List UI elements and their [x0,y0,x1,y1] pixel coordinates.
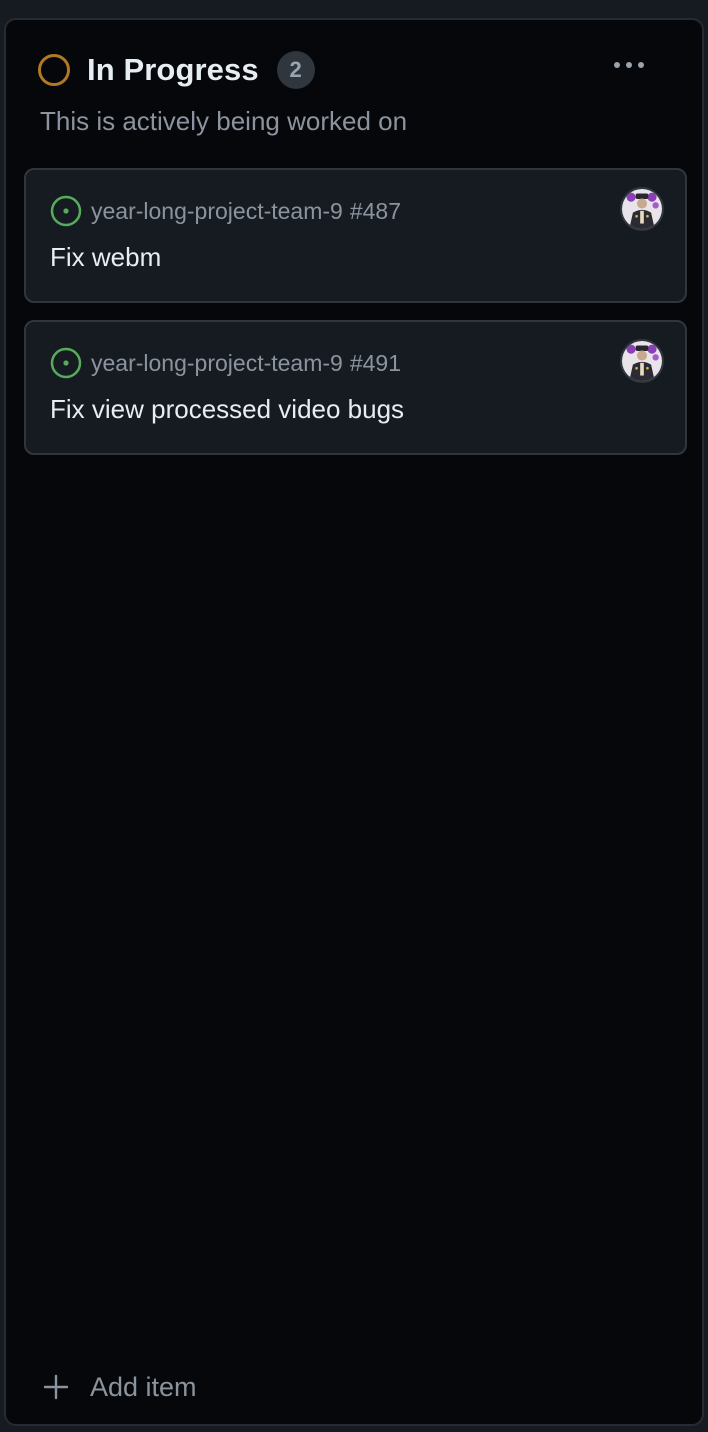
plus-icon [43,1374,69,1400]
column-title: In Progress [87,52,259,87]
avatar-image [622,189,662,229]
column-description: This is actively being worked on [40,106,408,136]
card-meta: year-long-project-team-9 #491 [50,346,401,380]
card-repo: year-long-project-team-9 [91,349,343,376]
card-title[interactable]: Fix webm [50,242,161,273]
add-item-button[interactable]: Add item [42,1370,197,1404]
card-title[interactable]: Fix view processed video bugs [50,394,404,425]
kebab-horizontal-icon [614,62,620,68]
issue-open-icon [50,347,82,379]
avatar-image [622,341,662,381]
assignee-avatar[interactable] [620,187,664,231]
issue-card[interactable]: year-long-project-team-9 #491 Fix view p… [24,320,687,455]
column-header: In Progress 2 [38,50,315,90]
item-count-badge: 2 [276,51,315,89]
column-menu-button[interactable] [596,48,662,82]
add-item-label: Add item [90,1371,197,1402]
issue-card[interactable]: year-long-project-team-9 #487 Fix webm [24,168,687,303]
board-column: In Progress 2 This is actively being wor… [4,18,704,1426]
card-number[interactable]: #487 [350,198,401,225]
card-repo: year-long-project-team-9 [91,197,343,224]
issue-open-icon [50,195,82,227]
assignee-avatar[interactable] [620,339,664,383]
card-number[interactable]: #491 [350,350,401,377]
status-circle-icon [38,54,70,86]
card-meta: year-long-project-team-9 #487 [50,194,401,228]
